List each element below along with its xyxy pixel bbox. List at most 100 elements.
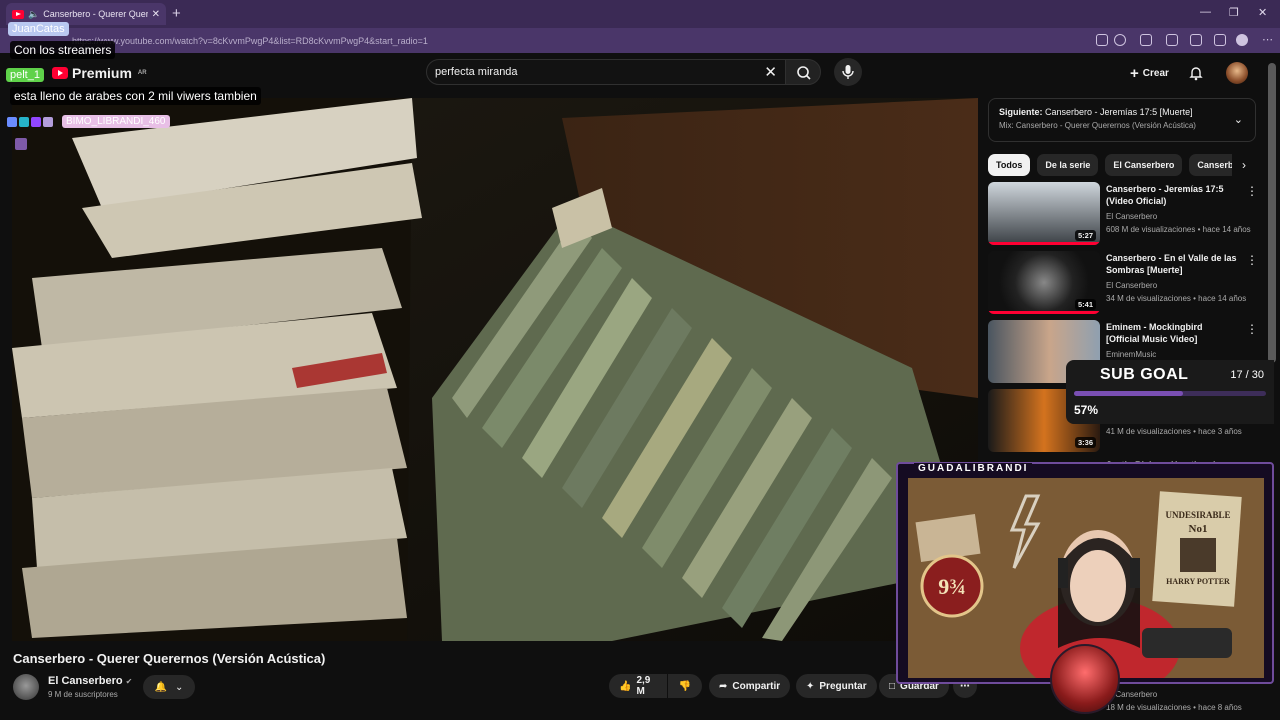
duration-badge: 3:36 [1074, 437, 1096, 448]
video-title[interactable]: Eminem - Mockingbird [Official Music Vid… [1106, 321, 1238, 345]
playlist-header[interactable]: Siguiente: Canserbero - Jeremías 17:5 [M… [988, 98, 1256, 142]
channel-name: EminemMusic [1106, 350, 1157, 359]
favorites-icon[interactable] [1190, 34, 1202, 46]
channel-avatar[interactable] [13, 674, 39, 700]
video-meta: 608 M de visualizaciones • hace 14 años [1106, 225, 1251, 234]
svg-text:No1: No1 [1189, 523, 1208, 535]
minimize-button[interactable]: — [1200, 6, 1211, 18]
related-video[interactable]: 5:41 Canserbero - En el Valle de las Som… [988, 251, 1258, 315]
svg-text:HARRY POTTER: HARRY POTTER [1166, 577, 1230, 586]
svg-text:9¾: 9¾ [938, 574, 966, 599]
chip-el-canserbero[interactable]: El Canserbero [1105, 154, 1183, 176]
puzzle-icon[interactable] [1140, 34, 1152, 46]
chat-username: BIMO_LIBRANDI_460 [62, 115, 170, 128]
channel-name: El Canserbero [1106, 281, 1158, 290]
ask-button[interactable]: ✦ Preguntar [796, 674, 877, 698]
search-box[interactable]: ✕ [426, 59, 786, 85]
subscriber-count: 9 M de suscriptores [48, 690, 118, 699]
chat-avatar [15, 138, 27, 150]
share-label: Compartir [732, 680, 781, 692]
video-frame [12, 98, 978, 641]
chat-message: Con los streamers [10, 41, 116, 59]
extension-icon[interactable] [1096, 34, 1108, 46]
sub-goal-label: SUB GOAL [1100, 366, 1189, 383]
video-owner-row: El Canserbero ✔ 9 M de suscriptores 🔔 ⌄ … [13, 673, 983, 703]
video-meta: 18 M de visualizaciones • hace 8 años [1106, 703, 1242, 712]
sub-goal-widget: SUB GOAL 17 / 30 57% [1066, 360, 1274, 424]
microphone-icon [842, 65, 854, 79]
svg-text:UNDESIRABLE: UNDESIRABLE [1165, 510, 1230, 520]
stream-chat-overlay: JuanCatas Con los streamers pelt_1 esta … [0, 0, 300, 160]
filter-chips: Todos De la serie El Canserbero Canserb [988, 154, 1256, 176]
clear-search-icon[interactable]: ✕ [764, 63, 777, 81]
more-icon[interactable]: ⋮ [1246, 253, 1258, 267]
chevron-right-icon[interactable]: › [1232, 154, 1256, 176]
video-meta: 34 M de visualizaciones • hace 14 años [1106, 294, 1247, 303]
sub-goal-count: 17 / 30 [1230, 369, 1264, 381]
channel-name[interactable]: El Canserbero ✔ [48, 675, 132, 687]
video-title[interactable]: Canserbero - Jeremías 17:5 (Video Oficia… [1106, 183, 1238, 207]
share-icon: ➦ [719, 680, 728, 692]
more-icon[interactable]: ⋮ [1246, 322, 1258, 336]
duration-badge: 5:27 [1074, 230, 1096, 241]
search-icon [797, 66, 811, 80]
chip-todos[interactable]: Todos [988, 154, 1031, 176]
shield-icon[interactable] [1214, 34, 1226, 46]
related-video[interactable]: 5:27 Canserbero - Jeremías 17:5 (Video O… [988, 182, 1258, 246]
voice-search-button[interactable] [834, 58, 862, 86]
duration-badge: 5:41 [1074, 299, 1096, 310]
star-icon[interactable] [1114, 34, 1126, 46]
close-window-button[interactable]: ✕ [1258, 6, 1267, 19]
dislike-button[interactable]: 👎 [668, 674, 702, 698]
mix-label: Mix: Canserbero - Querer Querernos (Vers… [999, 121, 1196, 130]
up-next-title: Canserbero - Jeremías 17:5 [Muerte] [1045, 107, 1193, 117]
streamer-avatar [1050, 644, 1120, 714]
share-button[interactable]: ➦ Compartir [709, 674, 791, 698]
create-label: Crear [1142, 67, 1169, 79]
video-thumbnail[interactable]: 5:27 [988, 182, 1100, 245]
video-title: Canserbero - Querer Querernos (Versión A… [13, 651, 326, 666]
verified-icon: ✔ [125, 677, 133, 686]
plus-icon: + [1130, 64, 1139, 82]
video-player[interactable] [12, 98, 978, 641]
watch-progress [988, 311, 1100, 314]
like-count: 2,9 M [636, 675, 651, 697]
create-button[interactable]: + Crear [1120, 61, 1179, 85]
video-thumbnail[interactable]: 5:41 [988, 251, 1100, 314]
channel-name: El Canserbero [1106, 212, 1158, 221]
webcam-overlay: GUADALIBRANDI 9¾ UNDESIRABLE No1 HARRY P… [896, 462, 1274, 714]
ask-label: Preguntar [819, 680, 867, 692]
profile-icon[interactable] [1236, 34, 1248, 46]
sub-goal-percent: 57% [1074, 403, 1099, 417]
sparkle-icon: ✦ [806, 680, 815, 692]
chat-message: esta lleno de arabes con 2 mil viwers ta… [10, 87, 261, 105]
chevron-down-icon: ⌄ [175, 681, 184, 693]
thumbs-up-icon: 👍 [619, 680, 632, 692]
account-avatar[interactable] [1226, 62, 1248, 84]
chat-username: JuanCatas [8, 22, 69, 36]
badge-icon [19, 117, 29, 127]
badge-icon [43, 117, 53, 127]
notifications-button[interactable] [1188, 65, 1204, 86]
notification-preferences-button[interactable]: 🔔 ⌄ [143, 675, 195, 699]
channel-name-text[interactable]: El Canserbero [48, 675, 123, 687]
restore-button[interactable]: ❐ [1229, 6, 1239, 19]
chat-badges [7, 117, 53, 127]
bookmark-icon: □ [889, 680, 896, 692]
extension-2-icon[interactable] [1166, 34, 1178, 46]
chat-username: pelt_1 [6, 68, 44, 82]
scrollbar[interactable] [1268, 63, 1276, 363]
bell-icon: 🔔 [154, 681, 168, 693]
badge-icon [7, 117, 17, 127]
watch-progress [988, 242, 1100, 245]
chevron-down-icon[interactable]: ⌄ [1234, 113, 1243, 126]
chip-de-la-serie[interactable]: De la serie [1037, 154, 1099, 176]
more-icon[interactable]: ⋮ [1246, 184, 1258, 198]
browser-menu-icon[interactable]: ⋯ [1262, 33, 1273, 46]
streamer-name: GUADALIBRANDI [914, 463, 1033, 474]
like-button[interactable]: 👍 2,9 M [609, 674, 667, 698]
search-button[interactable] [785, 59, 821, 85]
up-next-prefix: Siguiente: [999, 107, 1043, 117]
video-title[interactable]: Canserbero - En el Valle de las Sombras … [1106, 252, 1238, 276]
search-input[interactable] [435, 64, 755, 80]
